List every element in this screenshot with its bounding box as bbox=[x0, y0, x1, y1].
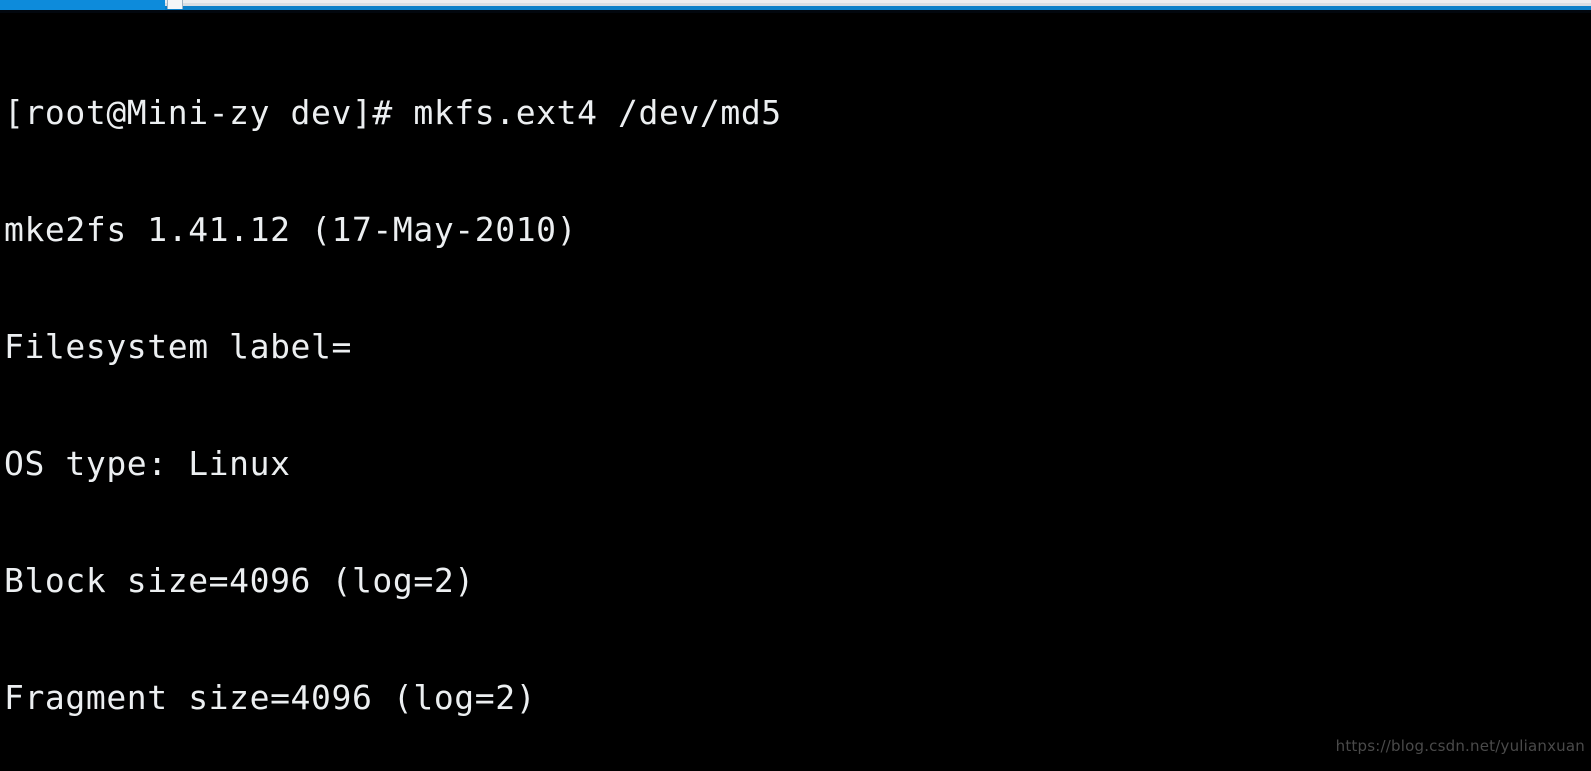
terminal-line-version: mke2fs 1.41.12 (17-May-2010) bbox=[4, 210, 578, 249]
terminal-window: [root@Mini-zy dev]# mkfs.ext4 /dev/md5 m… bbox=[0, 0, 1591, 771]
terminal-output[interactable]: [root@Mini-zy dev]# mkfs.ext4 /dev/md5 m… bbox=[0, 13, 1591, 771]
watermark-text: https://blog.csdn.net/yulianxuan bbox=[1335, 737, 1585, 755]
scrollbar-thumb-notch[interactable] bbox=[167, 0, 183, 9]
terminal-line-block-size: Block size=4096 (log=2) bbox=[4, 561, 475, 600]
terminal-line-os-type: OS type: Linux bbox=[4, 444, 291, 483]
terminal-line-fragment-size: Fragment size=4096 (log=2) bbox=[4, 678, 537, 717]
terminal-line-fs-label: Filesystem label= bbox=[4, 327, 352, 366]
terminal-line-command: [root@Mini-zy dev]# mkfs.ext4 /dev/md5 bbox=[4, 93, 782, 132]
horizontal-scrollbar[interactable] bbox=[0, 0, 1591, 13]
scrollbar-thumb[interactable] bbox=[0, 0, 165, 10]
